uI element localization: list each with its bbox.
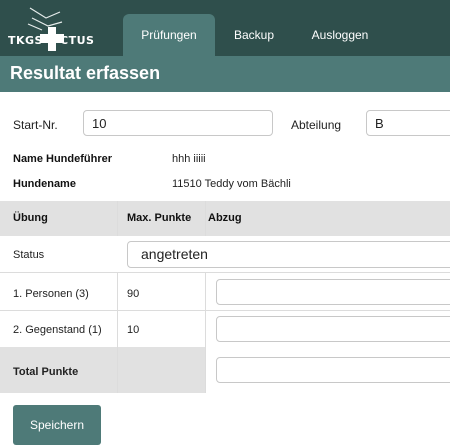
tkgs-ctus-logo[interactable]: TKGS CTUS <box>8 2 118 54</box>
exercise-1-label: 1. Personen (3) <box>13 288 89 300</box>
handler-name-label: Name Hundeführer <box>13 153 113 165</box>
total-points-input[interactable] <box>216 357 450 383</box>
exercise-2-label: 2. Gegenstand (1) <box>13 324 102 336</box>
column-divider <box>117 272 118 393</box>
column-divider <box>117 201 118 236</box>
header-max-punkte: Max. Punkte <box>127 212 192 224</box>
logo-text-right: CTUS <box>60 34 95 47</box>
dog-name-value: 11510 Teddy vom Bächli <box>172 178 291 190</box>
abteilung-input[interactable] <box>366 110 450 136</box>
save-button[interactable]: Speichern <box>13 405 101 445</box>
exercise-1-max: 90 <box>127 288 140 300</box>
tab-pruefungen[interactable]: Prüfungen <box>123 14 215 56</box>
header-abzug: Abzug <box>208 212 242 224</box>
results-table-header: Übung Max. Punkte Abzug <box>0 201 450 236</box>
tab-ausloggen[interactable]: Ausloggen <box>300 14 380 56</box>
page-title: Resultat erfassen <box>10 63 161 83</box>
header-uebung: Übung <box>13 212 48 224</box>
total-points-label: Total Punkte <box>13 366 79 378</box>
top-navigation: TKGS CTUS Prüfungen Backup Ausloggen <box>0 0 450 56</box>
exercise-2-abzug-input[interactable] <box>216 316 450 342</box>
logo-text-left: TKGS <box>8 34 43 47</box>
start-nr-label: Start-Nr. <box>13 118 58 132</box>
handler-name-value: hhh iiiii <box>172 153 206 165</box>
status-label: Status <box>13 249 45 261</box>
row-divider <box>0 272 450 273</box>
abteilung-label: Abteilung <box>291 118 342 132</box>
start-nr-input[interactable] <box>83 110 273 136</box>
title-bar: Resultat erfassen <box>0 56 450 92</box>
status-select[interactable]: angetreten <box>127 241 450 268</box>
tab-backup[interactable]: Backup <box>226 14 282 56</box>
exercise-1-abzug-input[interactable] <box>216 279 450 305</box>
exercise-2-max: 10 <box>127 324 140 336</box>
column-divider <box>205 272 206 393</box>
row-divider <box>0 310 450 311</box>
dog-name-label: Hundename <box>13 178 76 190</box>
column-divider <box>205 201 206 236</box>
